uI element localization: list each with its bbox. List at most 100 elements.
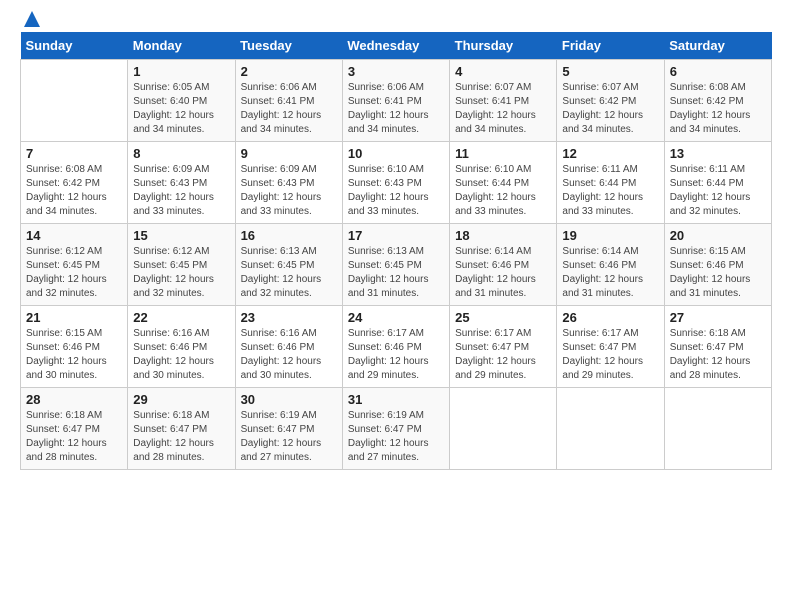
calendar-cell: 26 Sunrise: 6:17 AMSunset: 6:47 PMDayligh…: [557, 306, 664, 388]
col-header-wednesday: Wednesday: [342, 32, 449, 60]
day-number: 31: [348, 392, 444, 407]
day-info: Sunrise: 6:15 AMSunset: 6:46 PMDaylight:…: [670, 245, 766, 301]
day-number: 1: [133, 64, 229, 79]
day-number: 5: [562, 64, 658, 79]
day-info: Sunrise: 6:13 AMSunset: 6:45 PMDaylight:…: [241, 245, 337, 301]
day-info: Sunrise: 6:14 AMSunset: 6:46 PMDaylight:…: [562, 245, 658, 301]
calendar-cell: 9 Sunrise: 6:09 AMSunset: 6:43 PMDaylight…: [235, 142, 342, 224]
calendar-cell: 15 Sunrise: 6:12 AMSunset: 6:45 PMDayligh…: [128, 224, 235, 306]
day-number: 29: [133, 392, 229, 407]
day-number: 4: [455, 64, 551, 79]
calendar-cell: 22 Sunrise: 6:16 AMSunset: 6:46 PMDayligh…: [128, 306, 235, 388]
day-info: Sunrise: 6:18 AMSunset: 6:47 PMDaylight:…: [670, 327, 766, 383]
day-info: Sunrise: 6:08 AMSunset: 6:42 PMDaylight:…: [26, 163, 122, 219]
day-info: Sunrise: 6:18 AMSunset: 6:47 PMDaylight:…: [133, 409, 229, 465]
day-number: 7: [26, 146, 122, 161]
day-info: Sunrise: 6:12 AMSunset: 6:45 PMDaylight:…: [26, 245, 122, 301]
day-number: 13: [670, 146, 766, 161]
calendar-cell: [21, 60, 128, 142]
calendar-cell: 4 Sunrise: 6:07 AMSunset: 6:41 PMDaylight…: [450, 60, 557, 142]
day-number: 15: [133, 228, 229, 243]
day-number: 16: [241, 228, 337, 243]
day-number: 9: [241, 146, 337, 161]
calendar-cell: 12 Sunrise: 6:11 AMSunset: 6:44 PMDayligh…: [557, 142, 664, 224]
day-info: Sunrise: 6:07 AMSunset: 6:42 PMDaylight:…: [562, 81, 658, 137]
day-number: 6: [670, 64, 766, 79]
day-number: 14: [26, 228, 122, 243]
day-number: 20: [670, 228, 766, 243]
calendar-cell: 20 Sunrise: 6:15 AMSunset: 6:46 PMDayligh…: [664, 224, 771, 306]
day-number: 28: [26, 392, 122, 407]
calendar-cell: 24 Sunrise: 6:17 AMSunset: 6:46 PMDayligh…: [342, 306, 449, 388]
day-number: 21: [26, 310, 122, 325]
calendar-cell: 25 Sunrise: 6:17 AMSunset: 6:47 PMDayligh…: [450, 306, 557, 388]
page-header: [20, 10, 772, 22]
day-number: 18: [455, 228, 551, 243]
calendar-cell: 5 Sunrise: 6:07 AMSunset: 6:42 PMDaylight…: [557, 60, 664, 142]
calendar-cell: 27 Sunrise: 6:18 AMSunset: 6:47 PMDayligh…: [664, 306, 771, 388]
col-header-tuesday: Tuesday: [235, 32, 342, 60]
day-info: Sunrise: 6:16 AMSunset: 6:46 PMDaylight:…: [133, 327, 229, 383]
day-number: 3: [348, 64, 444, 79]
calendar-cell: 7 Sunrise: 6:08 AMSunset: 6:42 PMDaylight…: [21, 142, 128, 224]
day-number: 2: [241, 64, 337, 79]
calendar-cell: 17Sunrise: 6:13 AMSunset: 6:45 PMDayligh…: [342, 224, 449, 306]
day-info: Sunrise: 6:19 AMSunset: 6:47 PMDaylight:…: [348, 409, 444, 465]
calendar-cell: [557, 388, 664, 470]
day-number: 11: [455, 146, 551, 161]
calendar-cell: 8 Sunrise: 6:09 AMSunset: 6:43 PMDaylight…: [128, 142, 235, 224]
logo: [20, 10, 42, 22]
col-header-thursday: Thursday: [450, 32, 557, 60]
calendar-cell: 28 Sunrise: 6:18 AMSunset: 6:47 PMDayligh…: [21, 388, 128, 470]
calendar-cell: 14 Sunrise: 6:12 AMSunset: 6:45 PMDayligh…: [21, 224, 128, 306]
calendar-cell: 18 Sunrise: 6:14 AMSunset: 6:46 PMDayligh…: [450, 224, 557, 306]
logo-icon: [23, 10, 41, 28]
day-info: Sunrise: 6:16 AMSunset: 6:46 PMDaylight:…: [241, 327, 337, 383]
day-info: Sunrise: 6:18 AMSunset: 6:47 PMDaylight:…: [26, 409, 122, 465]
day-info: Sunrise: 6:09 AMSunset: 6:43 PMDaylight:…: [133, 163, 229, 219]
col-header-saturday: Saturday: [664, 32, 771, 60]
calendar-cell: 29 Sunrise: 6:18 AMSunset: 6:47 PMDayligh…: [128, 388, 235, 470]
day-info: Sunrise: 6:07 AMSunset: 6:41 PMDaylight:…: [455, 81, 551, 137]
col-header-friday: Friday: [557, 32, 664, 60]
day-number: 23: [241, 310, 337, 325]
col-header-monday: Monday: [128, 32, 235, 60]
calendar-cell: 2 Sunrise: 6:06 AMSunset: 6:41 PMDaylight…: [235, 60, 342, 142]
calendar-cell: [664, 388, 771, 470]
day-number: 27: [670, 310, 766, 325]
day-info: Sunrise: 6:15 AMSunset: 6:46 PMDaylight:…: [26, 327, 122, 383]
day-info: Sunrise: 6:17 AMSunset: 6:47 PMDaylight:…: [562, 327, 658, 383]
calendar-cell: 21 Sunrise: 6:15 AMSunset: 6:46 PMDayligh…: [21, 306, 128, 388]
day-info: Sunrise: 6:06 AMSunset: 6:41 PMDaylight:…: [241, 81, 337, 137]
day-info: Sunrise: 6:11 AMSunset: 6:44 PMDaylight:…: [562, 163, 658, 219]
day-info: Sunrise: 6:17 AMSunset: 6:46 PMDaylight:…: [348, 327, 444, 383]
day-info: Sunrise: 6:06 AMSunset: 6:41 PMDaylight:…: [348, 81, 444, 137]
day-info: Sunrise: 6:13 AMSunset: 6:45 PMDaylight:…: [348, 245, 444, 301]
day-number: 30: [241, 392, 337, 407]
calendar-cell: 3 Sunrise: 6:06 AMSunset: 6:41 PMDaylight…: [342, 60, 449, 142]
calendar-cell: 30Sunrise: 6:19 AMSunset: 6:47 PMDayligh…: [235, 388, 342, 470]
day-info: Sunrise: 6:10 AMSunset: 6:44 PMDaylight:…: [455, 163, 551, 219]
calendar-table: SundayMondayTuesdayWednesdayThursdayFrid…: [20, 32, 772, 470]
day-number: 24: [348, 310, 444, 325]
day-number: 25: [455, 310, 551, 325]
day-info: Sunrise: 6:10 AMSunset: 6:43 PMDaylight:…: [348, 163, 444, 219]
day-info: Sunrise: 6:09 AMSunset: 6:43 PMDaylight:…: [241, 163, 337, 219]
calendar-cell: 19 Sunrise: 6:14 AMSunset: 6:46 PMDayligh…: [557, 224, 664, 306]
day-info: Sunrise: 6:17 AMSunset: 6:47 PMDaylight:…: [455, 327, 551, 383]
day-number: 12: [562, 146, 658, 161]
day-info: Sunrise: 6:12 AMSunset: 6:45 PMDaylight:…: [133, 245, 229, 301]
day-number: 26: [562, 310, 658, 325]
calendar-cell: 11 Sunrise: 6:10 AMSunset: 6:44 PMDayligh…: [450, 142, 557, 224]
calendar-cell: 10 Sunrise: 6:10 AMSunset: 6:43 PMDayligh…: [342, 142, 449, 224]
calendar-cell: 6 Sunrise: 6:08 AMSunset: 6:42 PMDaylight…: [664, 60, 771, 142]
day-info: Sunrise: 6:14 AMSunset: 6:46 PMDaylight:…: [455, 245, 551, 301]
col-header-sunday: Sunday: [21, 32, 128, 60]
day-number: 10: [348, 146, 444, 161]
day-info: Sunrise: 6:11 AMSunset: 6:44 PMDaylight:…: [670, 163, 766, 219]
calendar-cell: 23 Sunrise: 6:16 AMSunset: 6:46 PMDayligh…: [235, 306, 342, 388]
day-number: 19: [562, 228, 658, 243]
day-info: Sunrise: 6:08 AMSunset: 6:42 PMDaylight:…: [670, 81, 766, 137]
day-number: 8: [133, 146, 229, 161]
day-number: 22: [133, 310, 229, 325]
